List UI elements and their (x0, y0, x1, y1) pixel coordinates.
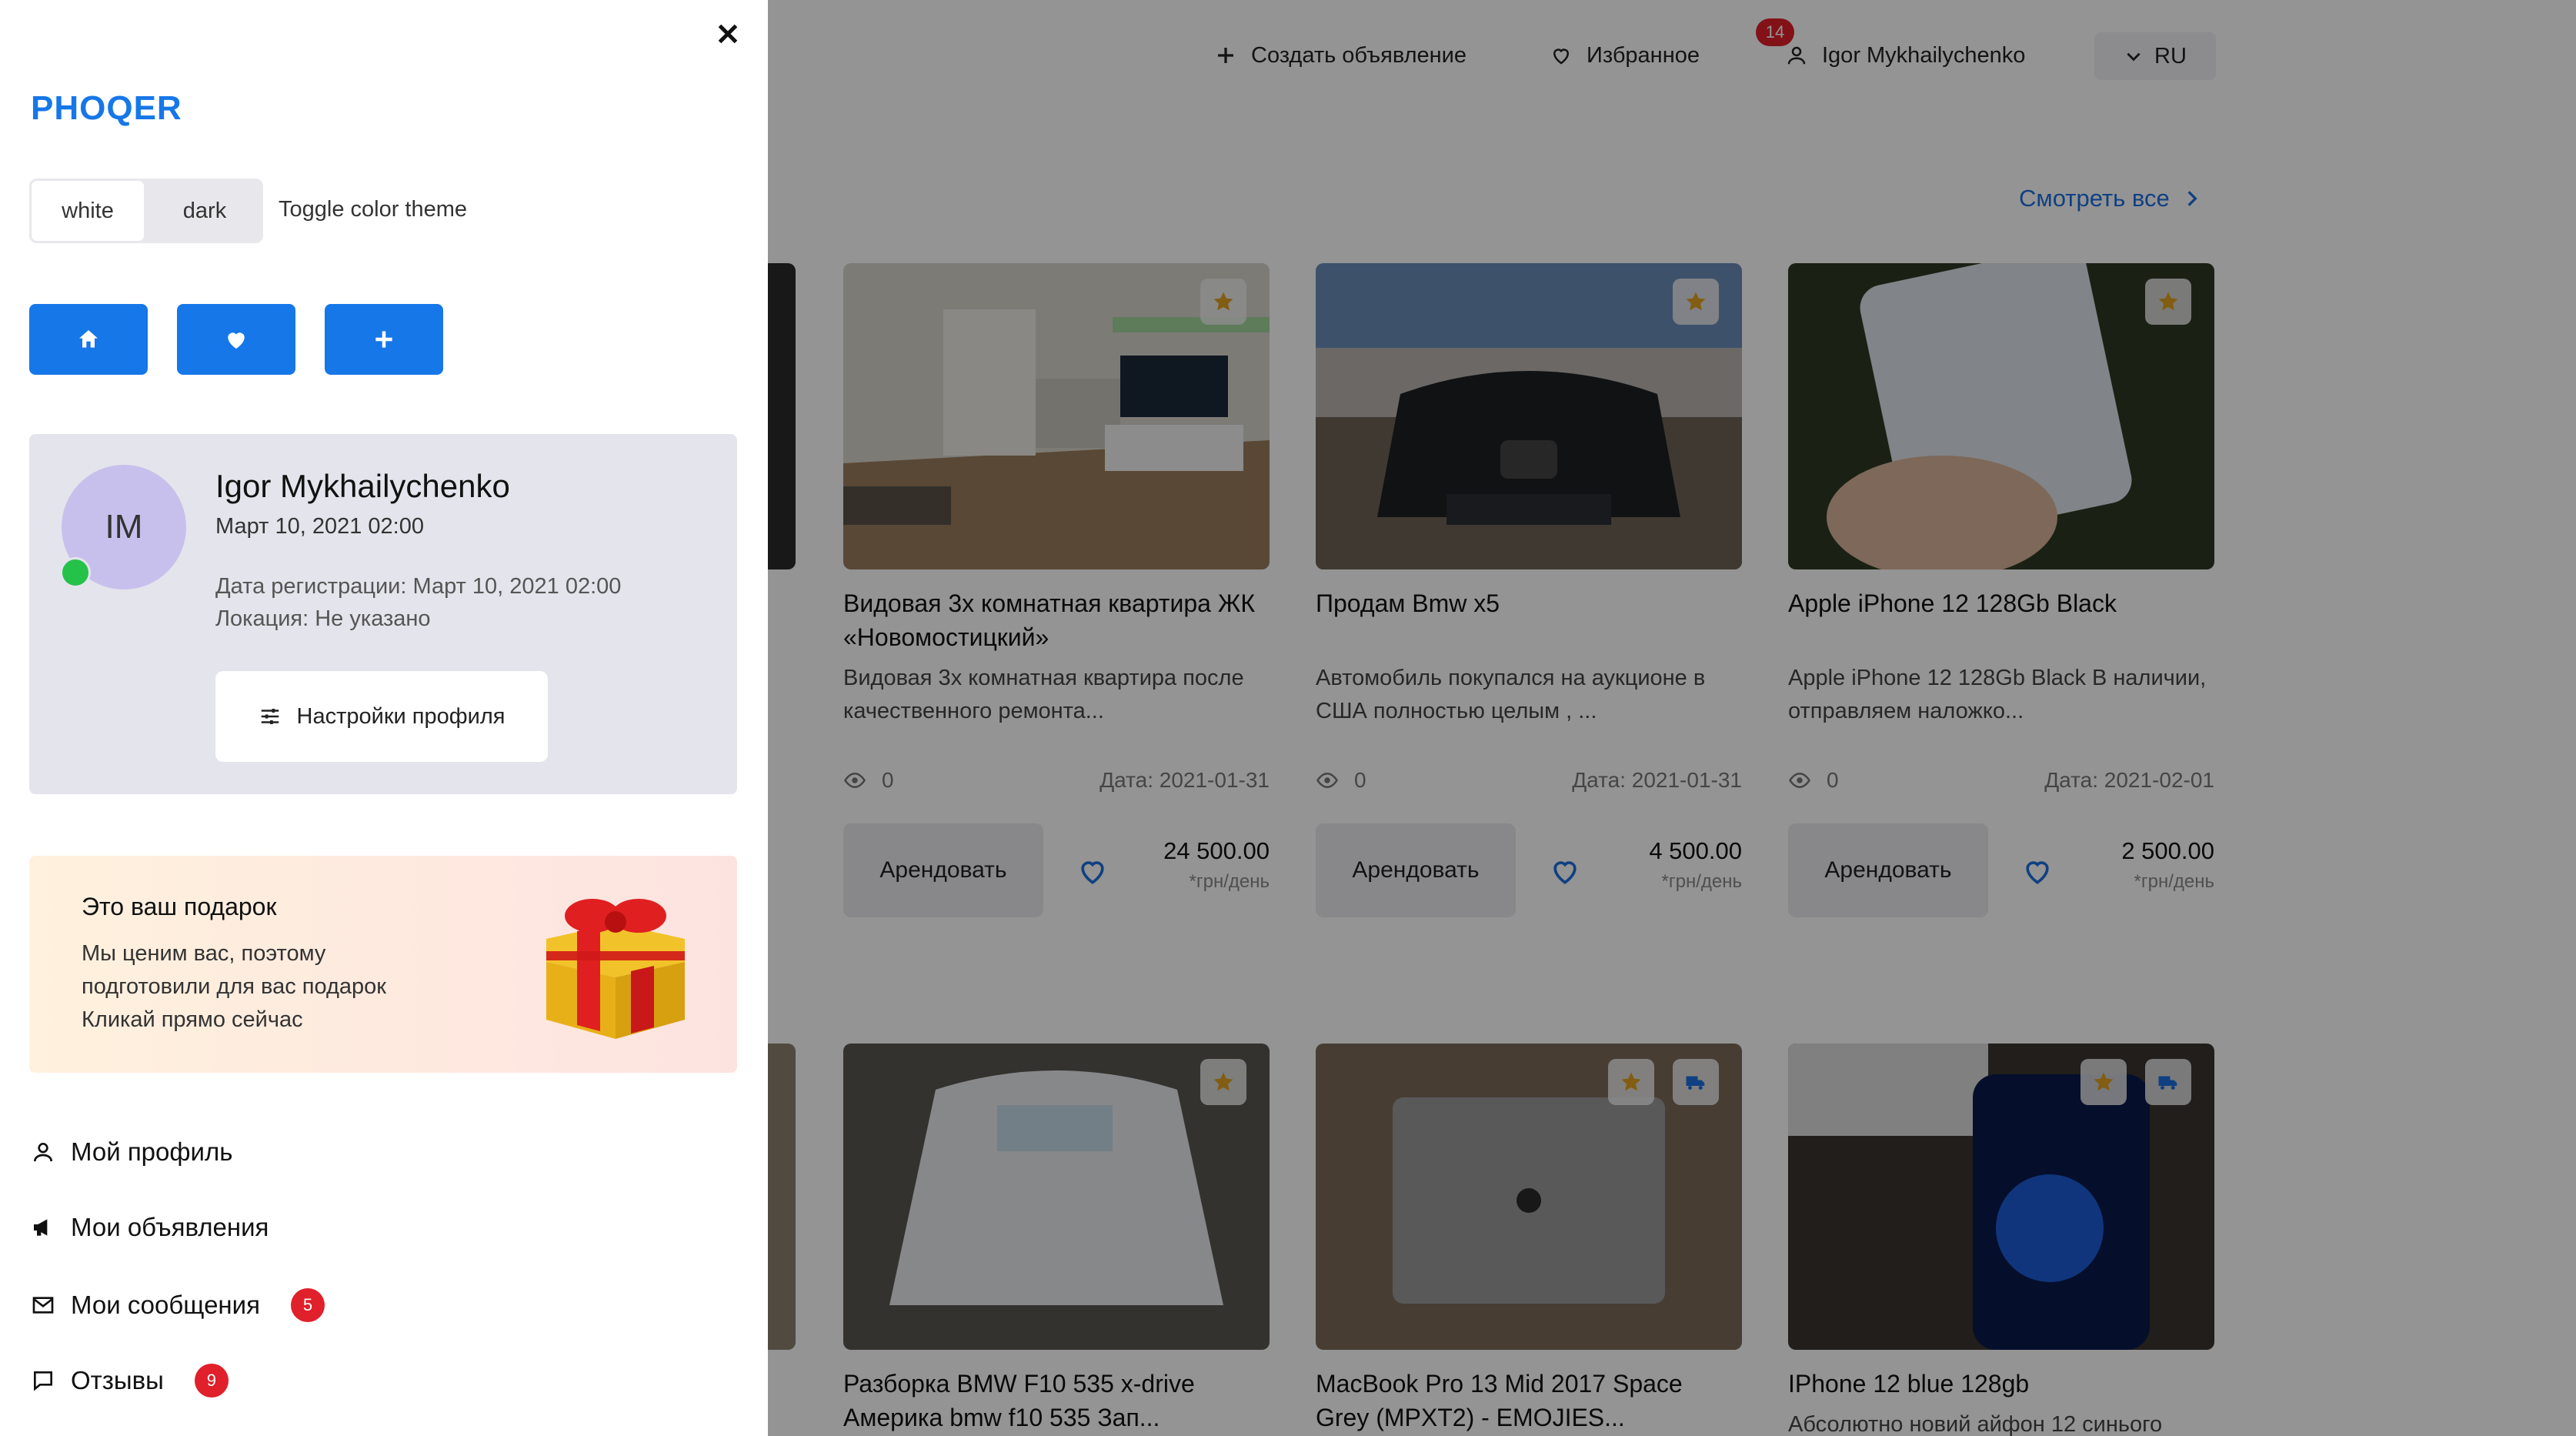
heart-icon (228, 332, 245, 349)
profile-location: Локация: Не указано (215, 606, 431, 631)
theme-toggle-label: Toggle color theme (279, 197, 468, 222)
profile-date: Март 10, 2021 02:00 (215, 514, 424, 539)
plus-icon (375, 331, 392, 348)
profile-card: IM Igor Mykhailychenko Март 10, 2021 02:… (29, 434, 737, 794)
gift-text-line: Кликай прямо сейчас (82, 1007, 303, 1032)
menu-item-my-ads[interactable]: Мои объявления (31, 1213, 269, 1242)
gift-title: Это ваш подарок (82, 893, 277, 920)
home-button[interactable] (29, 304, 148, 375)
menu-item-label: Мои сообщения (71, 1291, 260, 1319)
online-status-indicator (60, 557, 91, 588)
megaphone-icon (34, 1219, 48, 1236)
reviews-count-badge: 9 (194, 1364, 229, 1398)
favorites-button[interactable] (177, 304, 295, 375)
menu-item-my-profile[interactable]: Мой профиль (31, 1137, 232, 1167)
messages-count-badge: 5 (290, 1288, 325, 1322)
menu-item-my-messages[interactable]: Мои сообщения 5 (31, 1288, 325, 1322)
menu-item-reviews[interactable]: Отзывы 9 (31, 1364, 229, 1398)
menu-item-label: Мои объявления (71, 1213, 269, 1241)
close-icon (718, 24, 738, 44)
sliders-icon (261, 709, 279, 724)
add-ad-button[interactable] (325, 304, 443, 375)
menu-item-label: Отзывы (71, 1366, 164, 1394)
gift-box-icon (546, 899, 685, 1039)
chat-bubble-icon (34, 1371, 52, 1391)
gift-text: Мы ценим вас, поэтому подготовили для ва… (82, 937, 497, 1037)
close-drawer-button[interactable] (714, 20, 742, 48)
user-icon (34, 1143, 52, 1162)
profile-settings-button[interactable]: Настройки профиля (215, 671, 548, 762)
gift-text-line: Мы ценим вас, поэтому (82, 941, 326, 966)
profile-name: Igor Mykhailychenko (215, 468, 510, 504)
envelope-icon (32, 1297, 54, 1314)
brand-logo[interactable]: PHOQER (31, 89, 182, 128)
profile-settings-label: Настройки профиля (296, 703, 506, 729)
gift-banner[interactable]: Это ваш подарок Мы ценим вас, поэтому по… (29, 856, 737, 1073)
theme-dark-option[interactable]: dark (146, 179, 263, 243)
home-icon (79, 330, 98, 348)
registration-date: Дата регистрации: Март 10, 2021 02:00 (215, 574, 622, 599)
theme-white-option[interactable]: white (29, 179, 146, 243)
menu-item-label: Мой профиль (71, 1137, 233, 1166)
side-drawer: PHOQER white dark Toggle color theme IM … (0, 0, 768, 1436)
gift-text-line: подготовили для вас подарок (82, 974, 386, 999)
theme-toggle: white dark (29, 179, 263, 243)
